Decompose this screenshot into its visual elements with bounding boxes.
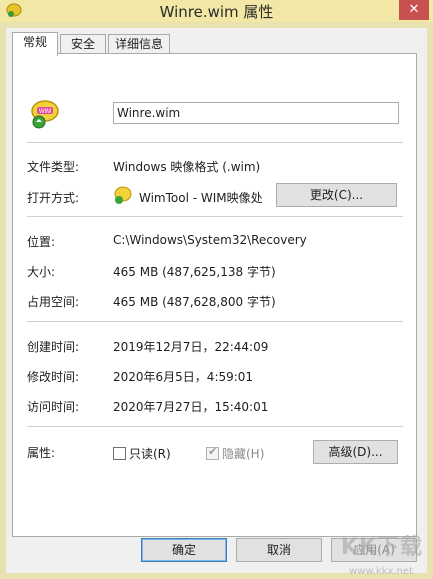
file-type-value: Windows 映像格式 (.wim) [113,160,261,174]
watermark-logo: KK下载 [340,535,423,560]
hidden-checkbox[interactable]: ✔ [206,445,219,460]
size-label: 大小: [27,265,56,279]
cancel-button[interactable]: 取消 [236,538,322,562]
window-title: Winre.wim 属性 [159,3,274,21]
size-on-disk-value: 465 MB (487,628,800 字节) [113,295,276,309]
opens-with-value: WimTool - WIM映像处 [139,191,263,205]
modified-value: 2020年6月5日，4:59:01 [113,370,254,384]
separator [27,426,403,427]
opens-with-label: 打开方式: [27,191,80,205]
hidden-label[interactable]: 隐藏(H) [222,445,264,462]
location-value: C:\Windows\System32\Recovery [113,233,307,247]
change-button[interactable]: 更改(C)... [276,183,397,207]
modified-label: 修改时间: [27,370,80,384]
separator [27,142,403,143]
readonly-checkbox[interactable] [113,447,126,460]
separator [27,321,403,322]
properties-dialog: 常规 安全 详细信息 WIM Winre.wim 文件类型: Windows 映… [6,28,427,573]
tab-general[interactable]: 常规 [12,32,58,56]
size-value: 465 MB (487,625,138 字节) [113,265,276,279]
checkmark-icon: ✔ [208,445,218,458]
separator [27,216,403,217]
attributes-label: 属性: [27,446,56,460]
readonly-label[interactable]: 只读(R) [129,445,171,462]
close-button[interactable]: ✕ [399,0,429,20]
tab-details[interactable]: 详细信息 [108,34,170,55]
ok-button[interactable]: 确定 [141,538,227,562]
title-bar: Winre.wim 属性 ✕ [0,0,433,22]
wimtool-app-icon [114,186,132,204]
accessed-label: 访问时间: [27,400,80,414]
created-value: 2019年12月7日，22:44:09 [113,340,269,354]
file-type-label: 文件类型: [27,160,80,174]
wim-file-icon: WIM [31,100,59,129]
watermark-url: www.kkx.net [349,566,413,577]
advanced-button[interactable]: 高级(D)... [313,440,398,464]
svg-text:WIM: WIM [39,109,51,115]
tab-security[interactable]: 安全 [60,34,106,55]
location-label: 位置: [27,235,56,249]
size-on-disk-label: 占用空间: [27,295,80,309]
general-panel: WIM Winre.wim 文件类型: Windows 映像格式 (.wim) … [12,53,417,537]
created-label: 创建时间: [27,340,80,354]
accessed-value: 2020年7月27日，15:40:01 [113,400,269,414]
file-name-field[interactable]: Winre.wim [113,102,399,124]
